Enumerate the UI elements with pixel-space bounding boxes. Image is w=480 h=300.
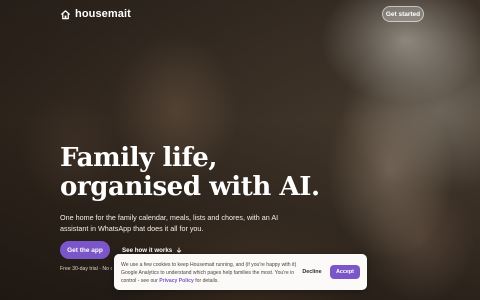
accept-cookies-button[interactable]: Accept — [330, 265, 360, 279]
see-how-it-works-label: See how it works — [122, 246, 173, 254]
cookie-banner: We use a few cookies to keep Housemait r… — [114, 254, 367, 290]
cookie-message: We use a few cookies to keep Housemait r… — [121, 262, 299, 285]
decline-cookies-button[interactable]: Decline — [299, 265, 325, 279]
brand-logo[interactable]: housemait — [60, 8, 131, 20]
headline-line-2: organised with AI. — [60, 172, 320, 202]
arrow-down-icon — [176, 247, 182, 253]
cookie-text-end: for details. — [195, 277, 219, 284]
site-header: housemait Get started — [0, 0, 480, 30]
hero-subtitle: One home for the family calendar, meals,… — [60, 213, 279, 233]
get-started-button[interactable]: Get started — [382, 6, 424, 22]
brand-name: housemait — [75, 8, 131, 20]
privacy-policy-link[interactable]: Privacy Policy — [159, 278, 194, 284]
page-title: Family life, organised with AI. — [60, 144, 340, 202]
house-icon — [60, 9, 71, 19]
get-the-app-button[interactable]: Get the app — [60, 241, 110, 259]
headline-line-1: Family life, — [60, 143, 218, 173]
trial-note: Free 30-day trial · No c — [60, 266, 112, 272]
